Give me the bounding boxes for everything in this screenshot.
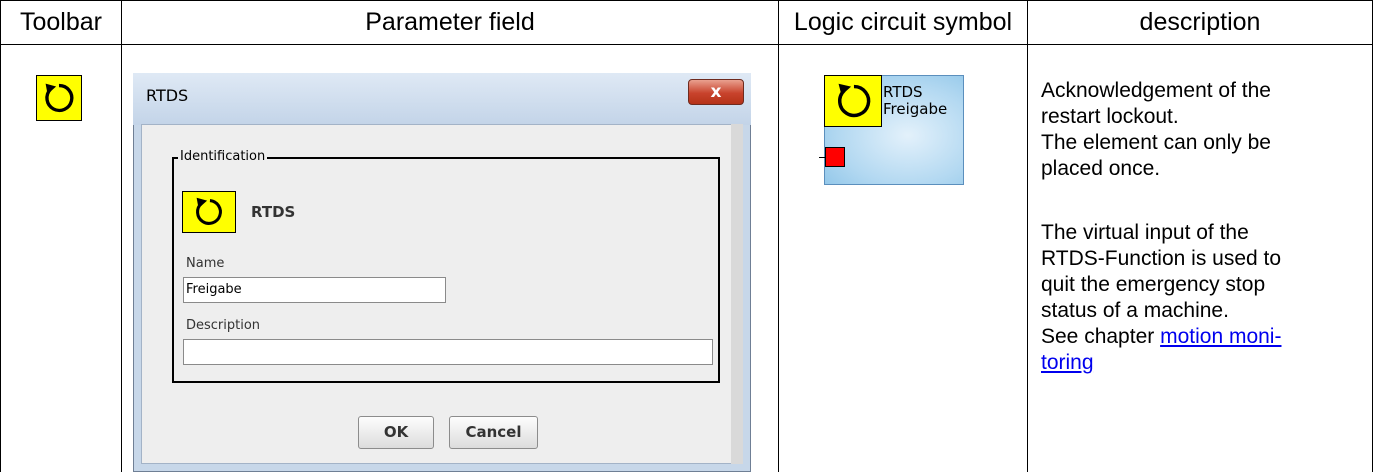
description-text: Acknowledgement of the bbox=[1041, 79, 1271, 102]
table-left-border bbox=[0, 0, 1, 472]
ok-button[interactable]: OK bbox=[358, 416, 434, 449]
dialog-title: RTDS bbox=[146, 86, 189, 105]
name-field[interactable]: Freigabe bbox=[183, 277, 446, 303]
description-paragraph-1: Acknowledgement of the restart lockout. … bbox=[1041, 78, 1271, 182]
logic-block-restart-icon bbox=[824, 75, 882, 127]
description-text: placed once. bbox=[1041, 157, 1161, 180]
cancel-button[interactable]: Cancel bbox=[449, 416, 538, 449]
motion-monitoring-link[interactable]: motion moni- bbox=[1160, 325, 1281, 348]
description-text: quit the emergency stop bbox=[1041, 273, 1266, 296]
see-chapter-text: See chapter bbox=[1041, 325, 1161, 348]
motion-monitoring-link-continued[interactable]: toring bbox=[1041, 351, 1094, 374]
description-text: restart lockout. bbox=[1041, 105, 1179, 128]
header-toolbar: Toolbar bbox=[20, 8, 102, 36]
description-field[interactable] bbox=[183, 339, 713, 365]
logic-block-line-2: Freigabe bbox=[883, 100, 948, 118]
dialog-side-panel bbox=[731, 124, 743, 464]
header-logic-symbol: Logic circuit symbol bbox=[793, 8, 1013, 36]
column-divider-2 bbox=[778, 0, 779, 472]
dialog-titlebar[interactable] bbox=[133, 73, 751, 125]
description-text: The virtual input of the bbox=[1041, 221, 1249, 244]
close-icon: x bbox=[710, 82, 722, 102]
name-label: Name bbox=[186, 256, 225, 271]
description-text: status of a machine. bbox=[1041, 299, 1229, 322]
description-paragraph-2: The virtual input of the RTDS-Function i… bbox=[1041, 220, 1281, 376]
restart-icon[interactable] bbox=[36, 75, 82, 121]
description-text: The element can only be bbox=[1041, 131, 1271, 154]
logic-block-label: RTDS Freigabe bbox=[883, 84, 947, 118]
header-description: description bbox=[1139, 8, 1261, 36]
virtual-input-pin[interactable] bbox=[825, 147, 845, 167]
header-divider bbox=[0, 44, 1373, 45]
rtds-element-icon bbox=[182, 191, 236, 233]
column-divider-3 bbox=[1027, 0, 1028, 472]
description-label: Description bbox=[186, 318, 261, 333]
description-text: RTDS-Function is used to bbox=[1041, 247, 1282, 270]
see-chapter-line: See chapter motion moni- bbox=[1041, 324, 1281, 350]
logic-block-line-1: RTDS bbox=[883, 83, 923, 101]
element-type-label: RTDS bbox=[251, 203, 296, 221]
header-parameter-field: Parameter field bbox=[365, 8, 535, 36]
close-button[interactable]: x bbox=[688, 79, 744, 105]
column-divider-1 bbox=[121, 0, 122, 472]
identification-group-title: Identification bbox=[178, 149, 268, 164]
